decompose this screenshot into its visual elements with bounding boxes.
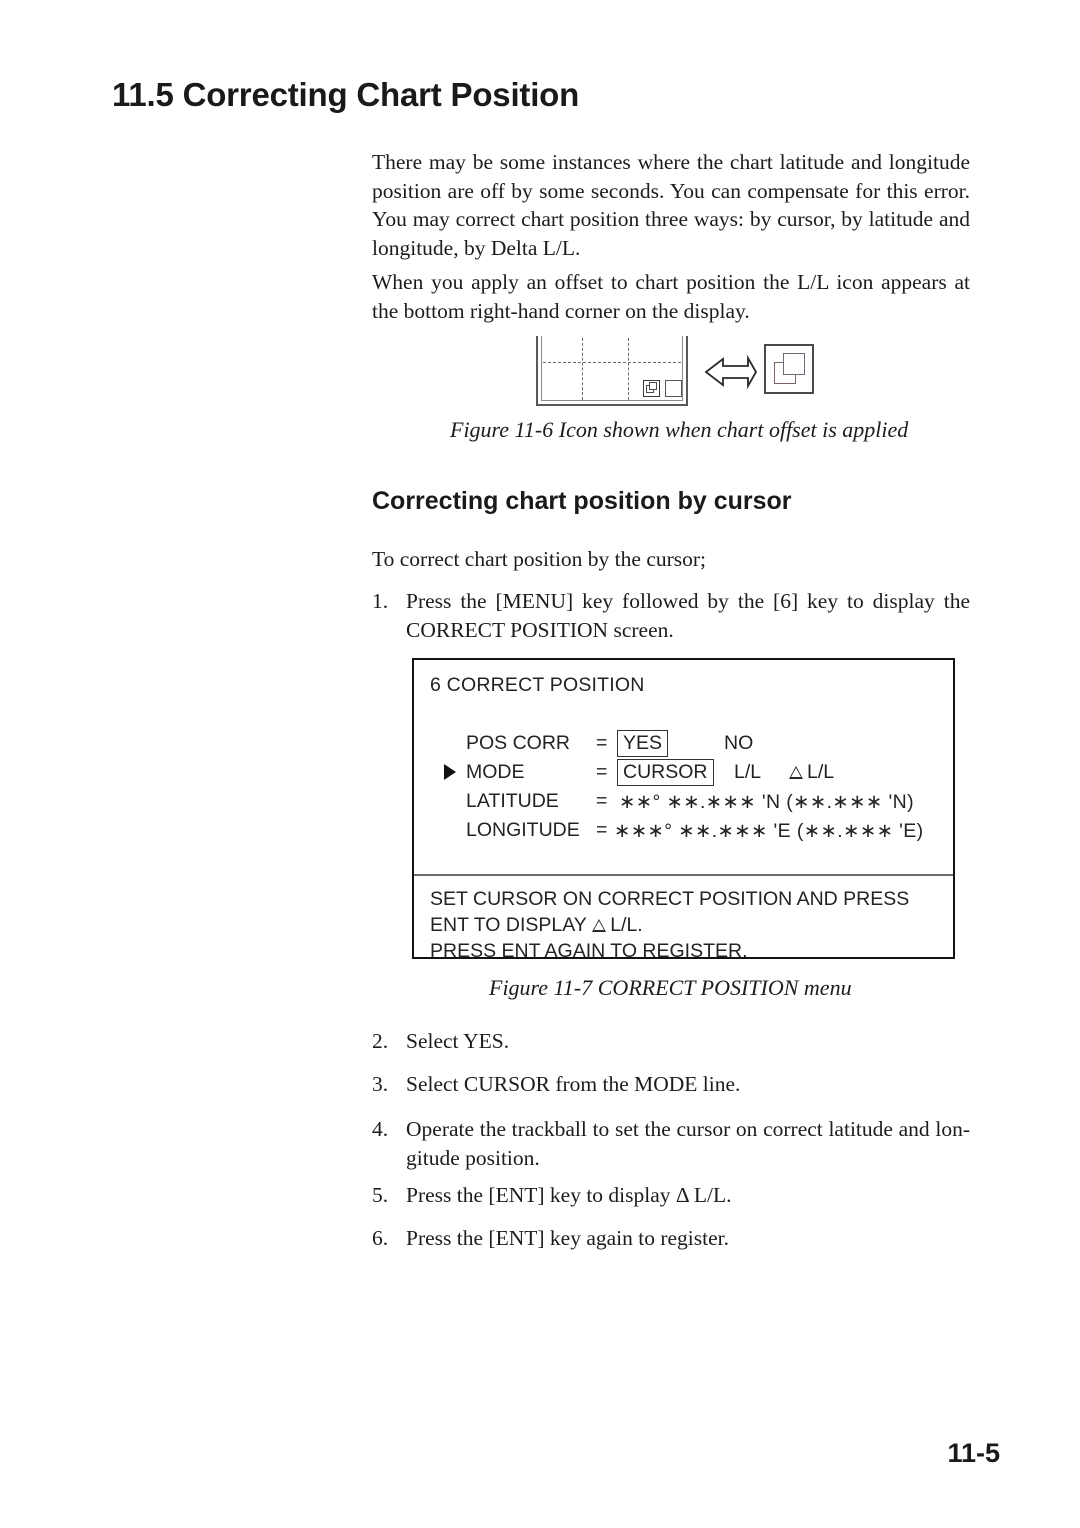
list-item-text: Press the [ENT] key again to register. bbox=[406, 1226, 730, 1250]
document-page: 11.5 Correcting Chart Position There may… bbox=[0, 0, 1080, 1528]
pos-corr-option-no[interactable]: NO bbox=[724, 732, 753, 755]
list-item-number: 4. bbox=[372, 1117, 389, 1141]
list-item-number: 1. bbox=[372, 589, 389, 613]
offset-icon-paragraph: When you apply an offset to chart positi… bbox=[372, 270, 970, 323]
menu-message-delta-suffix: L/L. bbox=[610, 914, 643, 936]
chart-grid-horizontal-line bbox=[543, 362, 681, 363]
mode-equals: = bbox=[596, 761, 608, 783]
latitude-label: LATITUDE bbox=[466, 790, 559, 812]
menu-rows: POS CORR = YES NO MODE = CURSOR L/L L/L … bbox=[414, 730, 953, 846]
menu-cursor-caret-icon bbox=[444, 764, 456, 780]
chart-grid-vertical-line bbox=[582, 338, 583, 400]
longitude-equals: = bbox=[596, 819, 608, 841]
list-item: 5. Press the [ENT] key to display Δ L/L. bbox=[372, 1181, 970, 1210]
empty-status-box-icon bbox=[665, 380, 682, 397]
menu-message-line: PRESS ENT AGAIN TO REGISTER. bbox=[430, 940, 748, 962]
subsection-title: Correcting chart position by cursor bbox=[372, 487, 792, 515]
list-item-number: 6. bbox=[372, 1226, 389, 1250]
ll-offset-icon bbox=[643, 380, 660, 397]
menu-message-line: SET CURSOR ON CORRECT POSITION AND PRESS bbox=[430, 888, 910, 910]
chart-display-inner-frame bbox=[541, 336, 683, 401]
list-item: 1. Press the [MENU] key followed by the … bbox=[372, 587, 970, 644]
list-item: 6. Press the [ENT] key again to register… bbox=[372, 1224, 970, 1253]
right-arrow-icon bbox=[704, 354, 758, 390]
list-item-number: 5. bbox=[372, 1183, 389, 1207]
list-item: 2. Select YES. bbox=[372, 1027, 970, 1056]
menu-message-line: ENT TO DISPLAY L/L. bbox=[430, 912, 909, 938]
delta-triangle-icon bbox=[592, 919, 607, 932]
figure-11-6-illustration bbox=[536, 336, 814, 412]
longitude-value[interactable]: ∗∗∗° ∗∗.∗∗∗ 'E (∗∗.∗∗∗ 'E) bbox=[614, 819, 924, 843]
menu-title: 6 CORRECT POSITION bbox=[430, 674, 645, 696]
page-title: 11.5 Correcting Chart Position bbox=[112, 76, 580, 113]
menu-row-mode: MODE = CURSOR L/L L/L bbox=[414, 759, 953, 788]
chart-grid-vertical-line bbox=[628, 338, 629, 400]
ll-enlarged-square-front bbox=[783, 353, 805, 375]
mode-option-delta-ll[interactable]: L/L bbox=[789, 761, 834, 784]
figure-11-7-caption: Figure 11-7 CORRECT POSITION menu bbox=[489, 975, 852, 1000]
list-item-text: Press the [MENU] key followed by the [6]… bbox=[406, 589, 970, 642]
page-number: 11-5 bbox=[947, 1438, 1000, 1468]
list-item-number: 3. bbox=[372, 1072, 389, 1096]
pos-corr-equals: = bbox=[596, 732, 608, 754]
intro-paragraph: There may be some instances where the ch… bbox=[372, 150, 970, 260]
latitude-equals: = bbox=[596, 790, 608, 812]
mode-option-delta-ll-label: L/L bbox=[807, 761, 835, 783]
pos-corr-selected-yes[interactable]: YES bbox=[617, 730, 669, 757]
mode-option-ll[interactable]: L/L bbox=[734, 761, 761, 784]
cursor-intro-paragraph: To correct chart position by the cursor; bbox=[372, 547, 707, 571]
mode-label: MODE bbox=[466, 761, 525, 783]
latitude-value[interactable]: ∗∗° ∗∗.∗∗∗ 'N (∗∗.∗∗∗ 'N) bbox=[619, 790, 914, 814]
list-item-text: Operate the trackball to set the cursor … bbox=[406, 1117, 970, 1170]
menu-row-latitude: LATITUDE = ∗∗° ∗∗.∗∗∗ 'N (∗∗.∗∗∗ 'N) bbox=[414, 788, 953, 817]
correct-position-menu: 6 CORRECT POSITION POS CORR = YES NO MOD… bbox=[412, 658, 955, 962]
delta-triangle-icon bbox=[789, 766, 804, 779]
list-item: 3. Select CURSOR from the MODE line. bbox=[372, 1070, 970, 1099]
list-item-text: Press the [ENT] key to display Δ L/L. bbox=[406, 1183, 732, 1207]
longitude-label: LONGITUDE bbox=[466, 819, 580, 841]
mode-selected-cursor[interactable]: CURSOR bbox=[617, 759, 714, 786]
menu-divider bbox=[414, 874, 953, 876]
menu-row-longitude: LONGITUDE = ∗∗∗° ∗∗.∗∗∗ 'E (∗∗.∗∗∗ 'E) bbox=[414, 817, 953, 846]
figure-11-6-caption: Figure 11-6 Icon shown when chart offset… bbox=[450, 417, 909, 442]
menu-message-area: SET CURSOR ON CORRECT POSITION AND PRESS… bbox=[430, 886, 909, 964]
pos-corr-label: POS CORR bbox=[466, 732, 571, 754]
chart-display-frame bbox=[536, 336, 688, 406]
ll-icon-enlarged bbox=[764, 344, 814, 394]
list-item-text: Select CURSOR from the MODE line. bbox=[406, 1072, 741, 1096]
list-item: 4. Operate the trackball to set the curs… bbox=[372, 1115, 970, 1172]
menu-message-line-prefix: ENT TO DISPLAY bbox=[430, 914, 587, 936]
list-item-text: Select YES. bbox=[406, 1029, 510, 1053]
menu-row-pos-corr: POS CORR = YES NO bbox=[414, 730, 953, 759]
ll-icon-square-front bbox=[649, 382, 657, 390]
list-item-number: 2. bbox=[372, 1029, 389, 1053]
